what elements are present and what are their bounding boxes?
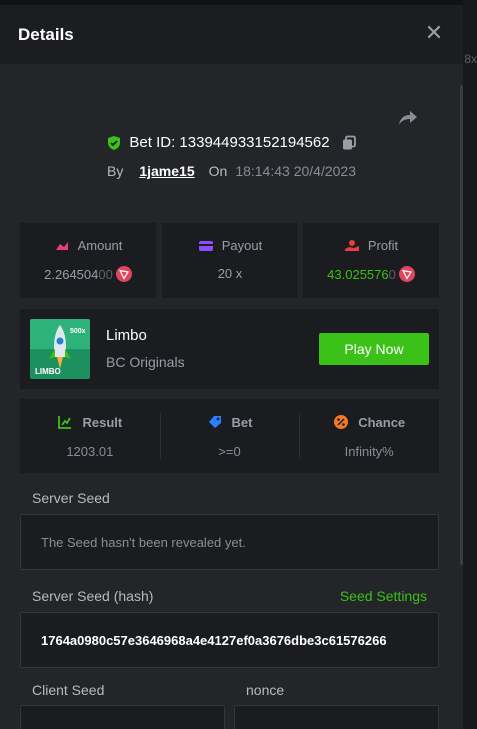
play-now-button[interactable]: Play Now — [319, 333, 429, 365]
payout-card: Payout 20 x — [162, 223, 298, 298]
game-name: Limbo — [106, 327, 147, 344]
server-seed-label: Server Seed — [32, 490, 110, 506]
limbo-game-thumbnail[interactable]: 500x LIMBO — [30, 319, 90, 379]
payout-value: 20 x — [217, 266, 243, 281]
dialog-header: Details ✕ — [0, 5, 463, 64]
server-seed-field[interactable]: The Seed hasn't been revealed yet. — [20, 514, 439, 570]
profit-label: Profit — [367, 238, 399, 253]
tag-icon — [208, 416, 221, 428]
thumb-badge: 500x — [70, 328, 86, 335]
profit-icon — [344, 239, 359, 251]
bet-column: Bet >=0 — [159, 399, 300, 473]
on-label: On — [208, 163, 228, 179]
bet-id-text: Bet ID: 133944933152194562 — [129, 134, 330, 151]
client-seed-field[interactable] — [20, 705, 225, 729]
bet-value: >=0 — [218, 444, 241, 459]
tron-coin-icon — [115, 266, 132, 282]
amount-label: Amount — [77, 238, 123, 253]
payout-label: Payout — [221, 238, 263, 253]
share-icon[interactable] — [396, 106, 420, 130]
seed-settings-link[interactable]: Seed Settings — [340, 588, 427, 604]
nonce-field[interactable] — [234, 705, 439, 729]
chance-label: Chance — [358, 414, 406, 430]
payout-icon — [198, 240, 213, 251]
amount-icon — [55, 241, 68, 250]
verified-shield-icon — [108, 135, 121, 150]
result-column: Result 1203.01 — [20, 399, 160, 473]
background-overlay — [463, 0, 477, 729]
chance-value: Infinity% — [344, 444, 394, 459]
scrollbar[interactable] — [460, 85, 463, 565]
close-icon[interactable]: ✕ — [423, 22, 445, 44]
tron-coin-icon — [398, 266, 415, 282]
server-seed-hash-field[interactable]: 1764a0980c57e3646968a4e4127ef0a3676dbe3c… — [20, 612, 439, 668]
client-seed-label: Client Seed — [32, 682, 105, 698]
amount-value: 2.26450400 — [44, 266, 113, 282]
by-label: By — [107, 163, 124, 179]
profit-card: Profit 43.0255760 — [303, 223, 439, 298]
bet-author-row: By 1jame15 On 18:14:43 20/4/2023 — [0, 163, 463, 179]
result-chart-icon — [58, 416, 72, 429]
result-value: 1203.01 — [66, 444, 114, 459]
game-provider: BC Originals — [106, 354, 185, 370]
bet-label: Bet — [231, 414, 253, 430]
bet-datetime: 18:14:43 20/4/2023 — [235, 163, 356, 179]
server-seed-hash-value: 1764a0980c57e3646968a4e4127ef0a3676dbe3c… — [41, 632, 387, 648]
server-seed-text: The Seed hasn't been revealed yet. — [41, 534, 246, 550]
server-seed-hash-label: Server Seed (hash) — [32, 588, 154, 604]
thumb-title: LIMBO — [35, 367, 61, 376]
bet-details-dialog: Details ✕ Bet ID: 133944933152194562 By … — [0, 5, 463, 729]
background-multiplier-text: 8x — [464, 52, 477, 66]
bet-id-row: Bet ID: 133944933152194562 — [0, 134, 463, 151]
username-link[interactable]: 1jame15 — [139, 163, 194, 179]
game-card: 500x LIMBO Limbo BC Originals Play Now — [20, 309, 439, 389]
nonce-label: nonce — [246, 682, 285, 698]
copy-icon[interactable] — [341, 135, 357, 151]
amount-card: Amount 2.26450400 — [20, 223, 156, 298]
result-card: Result 1203.01 Bet >=0 Chance Infinity% — [20, 399, 439, 473]
profit-value: 43.0255760 — [327, 266, 396, 282]
chance-column: Chance Infinity% — [299, 399, 439, 473]
result-label: Result — [82, 414, 123, 430]
percent-icon — [334, 415, 349, 429]
dialog-title: Details — [18, 24, 74, 44]
